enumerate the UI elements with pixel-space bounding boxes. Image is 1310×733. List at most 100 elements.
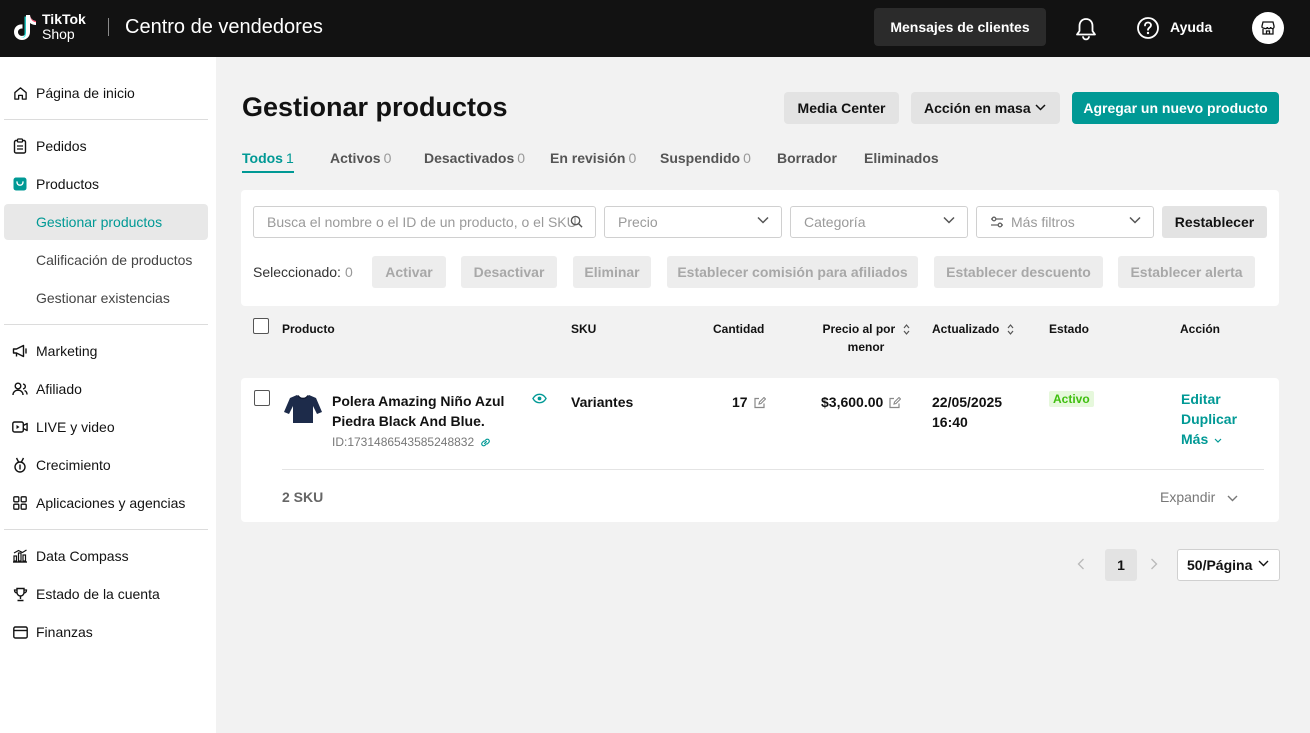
tiktok-shop-logo[interactable]: TikTok Shop <box>12 11 94 43</box>
more-filters-select[interactable]: Más filtros <box>976 206 1154 238</box>
edit-icon[interactable] <box>889 397 902 409</box>
product-thumbnail-image[interactable] <box>283 392 323 426</box>
sidebar-item-affiliate[interactable]: Afiliado <box>4 371 208 407</box>
tab-all[interactable]: Todos 1 <box>242 150 294 166</box>
sidebar-item-label: Crecimiento <box>36 457 111 473</box>
more-label: Más <box>1181 431 1209 447</box>
sidebar-item-home[interactable]: Página de inicio <box>4 75 208 111</box>
header-divider <box>108 18 109 36</box>
tab-count: 0 <box>383 150 392 166</box>
column-header-price[interactable]: Precio al por menor <box>816 320 916 356</box>
sidebar-item-finance[interactable]: Finanzas <box>4 614 208 650</box>
price-cell[interactable]: $3,600.00 <box>821 392 902 412</box>
add-product-button[interactable]: Agregar un nuevo producto <box>1072 92 1279 124</box>
users-icon <box>12 381 28 397</box>
tab-label: Borrador <box>777 150 837 166</box>
page-number-button[interactable]: 1 <box>1105 549 1137 581</box>
bell-icon[interactable] <box>1075 17 1097 41</box>
copy-link-icon[interactable] <box>480 437 491 448</box>
previous-page-icon[interactable] <box>1077 558 1085 570</box>
tab-suspended[interactable]: Suspendido 0 <box>660 150 751 166</box>
tab-deactivated[interactable]: Desactivados 0 <box>424 150 525 166</box>
sidebar-item-label: Estado de la cuenta <box>36 586 160 602</box>
sidebar-item-label: Productos <box>36 176 100 192</box>
shop-avatar[interactable] <box>1252 12 1284 44</box>
sidebar-item-live-video[interactable]: LIVE y video <box>4 409 208 445</box>
row-checkbox[interactable] <box>254 390 270 406</box>
set-affiliate-commission-button[interactable]: Establecer comisión para afiliados <box>667 256 918 288</box>
eye-icon[interactable] <box>532 393 547 404</box>
sidebar-item-product-rating[interactable]: Calificación de productos <box>4 242 208 278</box>
search-input[interactable]: Busca el nombre o el ID de un producto, … <box>253 206 596 238</box>
next-page-icon[interactable] <box>1150 558 1158 570</box>
expand-label: Expandir <box>1160 489 1216 505</box>
expand-button[interactable]: Expandir <box>1160 489 1238 505</box>
chevron-down-icon <box>1258 560 1269 567</box>
sidebar-item-manage-stock[interactable]: Gestionar existencias <box>4 280 208 316</box>
category-select[interactable]: Categoría <box>790 206 968 238</box>
price-select[interactable]: Precio <box>604 206 782 238</box>
sidebar-item-account-status[interactable]: Estado de la cuenta <box>4 576 208 612</box>
page-size-select[interactable]: 50/Página <box>1177 549 1280 581</box>
chevron-down-icon <box>1214 438 1222 443</box>
sidebar-item-data-compass[interactable]: Data Compass <box>4 538 208 574</box>
sidebar: Página de inicio Pedidos Productos Gesti… <box>0 57 216 733</box>
set-discount-button[interactable]: Establecer descuento <box>934 256 1103 288</box>
tab-count: 0 <box>517 150 526 166</box>
sidebar-item-label: Página de inicio <box>36 85 135 101</box>
updated-date: 22/05/2025 <box>932 394 1003 410</box>
price-select-label: Precio <box>618 214 658 230</box>
sidebar-item-label: Afiliado <box>36 381 82 397</box>
sidebar-item-orders[interactable]: Pedidos <box>4 128 208 164</box>
select-all-checkbox[interactable] <box>253 318 269 334</box>
logo-shop-text: Shop <box>42 26 75 42</box>
help-label[interactable]: Ayuda <box>1170 19 1212 35</box>
column-header-quantity: Cantidad <box>713 322 765 336</box>
tab-in-review[interactable]: En revisión 0 <box>550 150 636 166</box>
column-header-sku: SKU <box>571 322 597 336</box>
tab-active[interactable]: Activos 0 <box>330 150 391 166</box>
sidebar-item-label: Marketing <box>36 343 98 359</box>
quantity-cell[interactable]: 17 <box>732 392 766 412</box>
duplicate-link[interactable]: Duplicar <box>1181 411 1237 427</box>
tab-label: Eliminados <box>864 150 939 166</box>
sidebar-item-products[interactable]: Productos <box>4 166 208 202</box>
customer-messages-button[interactable]: Mensajes de clientes <box>874 8 1046 46</box>
help-icon[interactable] <box>1136 16 1160 40</box>
updated-time: 16:40 <box>932 414 968 430</box>
tab-draft[interactable]: Borrador <box>777 150 837 166</box>
set-alert-button[interactable]: Establecer alerta <box>1118 256 1255 288</box>
status-badge: Activo <box>1049 391 1094 407</box>
edit-link[interactable]: Editar <box>1181 391 1221 407</box>
logo-tiktok-text: TikTok <box>42 11 86 27</box>
sliders-icon <box>991 216 1003 228</box>
chevron-down-icon <box>1227 495 1238 502</box>
deactivate-button[interactable]: Desactivar <box>461 256 557 288</box>
sidebar-divider <box>4 529 208 530</box>
sidebar-item-growth[interactable]: Crecimiento <box>4 447 208 483</box>
product-name-link[interactable]: Polera Amazing Niño Azul Piedra Black An… <box>332 391 512 431</box>
sort-icon <box>1007 324 1014 336</box>
search-icon <box>570 215 583 228</box>
sidebar-item-manage-products[interactable]: Gestionar productos <box>4 204 208 240</box>
tab-deleted[interactable]: Eliminados <box>864 150 939 166</box>
reset-button[interactable]: Restablecer <box>1162 206 1267 238</box>
app-title: Centro de vendedores <box>125 16 323 38</box>
sidebar-item-apps[interactable]: Aplicaciones y agencias <box>4 485 208 521</box>
product-bag-icon <box>12 176 28 192</box>
home-icon <box>12 85 28 101</box>
sort-icon <box>903 324 909 336</box>
edit-icon[interactable] <box>753 397 766 409</box>
more-actions-link[interactable]: Más <box>1181 431 1222 447</box>
activate-button[interactable]: Activar <box>372 256 446 288</box>
delete-button[interactable]: Eliminar <box>573 256 651 288</box>
updated-cell: 22/05/2025 16:40 <box>932 392 1002 432</box>
media-center-button[interactable]: Media Center <box>784 92 899 124</box>
sidebar-item-label: LIVE y video <box>36 419 115 435</box>
column-header-updated[interactable]: Actualizado <box>932 320 1014 338</box>
bulk-action-button[interactable]: Acción en masa <box>911 92 1060 124</box>
sidebar-item-marketing[interactable]: Marketing <box>4 333 208 369</box>
table-row: Polera Amazing Niño Azul Piedra Black An… <box>241 378 1279 522</box>
selected-count: Seleccionado: 0 <box>253 264 353 280</box>
search-placeholder: Busca el nombre o el ID de un producto, … <box>267 214 577 230</box>
